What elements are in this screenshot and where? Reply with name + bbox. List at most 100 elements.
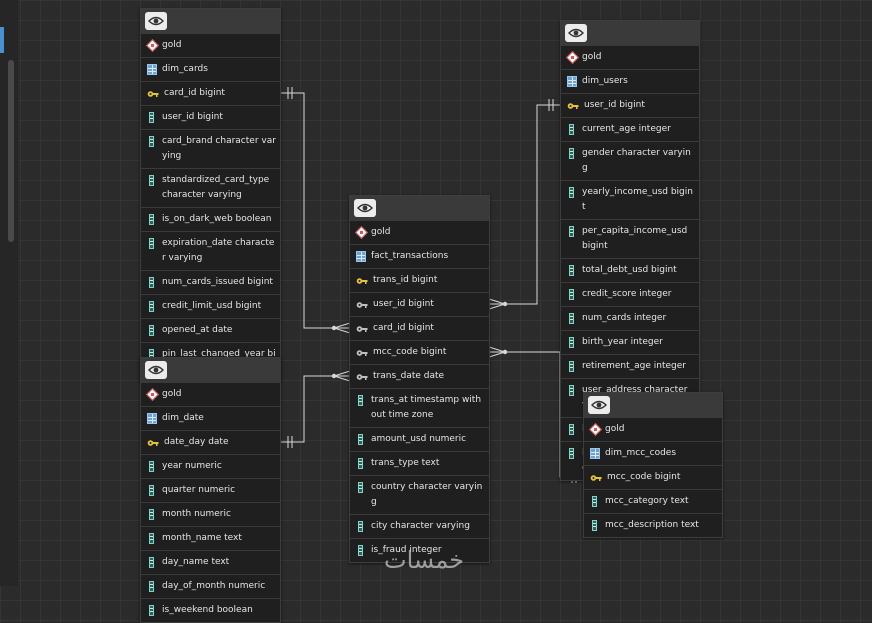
vertical-scrollbar[interactable] xyxy=(8,60,14,242)
column-row[interactable]: is_on_dark_web boolean xyxy=(141,207,280,231)
column-icon xyxy=(567,265,577,276)
column-row[interactable]: retirement_age integer xyxy=(561,354,699,378)
column-row[interactable]: card_brand character varying xyxy=(141,129,280,168)
schema-icon xyxy=(567,52,577,63)
column-row[interactable]: quarter numeric xyxy=(141,478,280,502)
row-label: user_id bigint xyxy=(162,112,223,122)
column-row[interactable]: per_capita_income_usd bigint xyxy=(561,219,699,258)
column-row[interactable]: mcc_description text xyxy=(584,513,722,537)
column-row[interactable]: trans_id bigint xyxy=(350,268,489,292)
table-name-row[interactable]: dim_cards xyxy=(141,57,280,81)
column-icon xyxy=(356,458,366,469)
column-icon xyxy=(356,482,366,493)
row-label: mcc_description text xyxy=(605,520,699,530)
eye-icon[interactable] xyxy=(145,361,167,379)
row-label: mcc_category text xyxy=(605,496,689,506)
row-label: mcc_code bigint xyxy=(373,347,447,357)
row-label: total_debt_usd bigint xyxy=(582,265,677,275)
column-row[interactable]: trans_at timestamp without time zone xyxy=(350,388,489,427)
row-label: amount_usd numeric xyxy=(371,434,467,444)
schema-row[interactable]: gold xyxy=(141,382,280,406)
table-name-row[interactable]: dim_date xyxy=(141,406,280,430)
column-row[interactable]: amount_usd numeric xyxy=(350,427,489,451)
column-icon xyxy=(590,520,600,531)
row-label: day_name text xyxy=(162,557,230,567)
row-label: trans_at timestamp without time zone xyxy=(371,395,482,420)
table-icon xyxy=(356,251,366,262)
column-row[interactable]: day_name text xyxy=(141,550,280,574)
active-indicator xyxy=(0,27,4,53)
row-label: num_cards integer xyxy=(582,313,667,323)
table-name-row[interactable]: dim_mcc_codes xyxy=(584,441,722,465)
schema-row[interactable]: gold xyxy=(561,45,699,69)
column-row[interactable]: num_cards_issued bigint xyxy=(141,270,280,294)
column-icon xyxy=(567,289,577,300)
eye-icon[interactable] xyxy=(565,24,587,42)
table-fact-transactions[interactable]: gold fact_transactions trans_id bigint user… xyxy=(349,195,490,563)
column-row[interactable]: city character varying xyxy=(350,514,489,538)
column-row[interactable]: user_id bigint xyxy=(350,292,489,316)
row-label: user_id bigint xyxy=(584,100,645,110)
junction-dot xyxy=(502,301,508,307)
column-icon xyxy=(356,545,366,556)
column-icon xyxy=(147,301,157,312)
row-label: gold xyxy=(582,52,602,62)
column-row[interactable]: standardized_card_type character varying xyxy=(141,168,280,207)
column-row[interactable]: yearly_income_usd bigint xyxy=(561,180,699,219)
column-row[interactable]: month numeric xyxy=(141,502,280,526)
column-row[interactable]: mcc_code bigint xyxy=(584,465,722,489)
column-row[interactable]: date_day date xyxy=(141,430,280,454)
column-row[interactable]: num_cards integer xyxy=(561,306,699,330)
column-row[interactable]: birth_year integer xyxy=(561,330,699,354)
row-label: user_id bigint xyxy=(373,299,434,309)
column-icon xyxy=(356,434,366,445)
row-label: is_weekend boolean xyxy=(162,605,253,615)
table-name-row[interactable]: fact_transactions xyxy=(350,244,489,268)
column-row[interactable]: trans_type text xyxy=(350,451,489,475)
column-row[interactable]: month_name text xyxy=(141,526,280,550)
column-icon xyxy=(147,605,157,616)
foreign-key-icon xyxy=(356,347,368,358)
column-row[interactable]: gender character varying xyxy=(561,141,699,180)
eye-icon[interactable] xyxy=(354,199,376,217)
schema-row[interactable]: gold xyxy=(141,33,280,57)
table-dim-mcc-codes[interactable]: gold dim_mcc_codes mcc_code bigint mcc_cate… xyxy=(583,392,723,538)
schema-row[interactable]: gold xyxy=(350,220,489,244)
row-label: card_brand character varying xyxy=(162,136,276,161)
column-row[interactable]: expiration_date character varying xyxy=(141,231,280,270)
row-label: retirement_age integer xyxy=(582,361,686,371)
table-icon xyxy=(147,413,157,424)
column-row[interactable]: card_id bigint xyxy=(350,316,489,340)
schema-icon xyxy=(147,389,157,400)
table-icon xyxy=(147,64,157,75)
relationship-line xyxy=(280,92,350,329)
column-row[interactable]: user_id bigint xyxy=(141,105,280,129)
column-row[interactable]: credit_limit_usd bigint xyxy=(141,294,280,318)
column-row[interactable]: user_id bigint xyxy=(561,93,699,117)
column-row[interactable]: card_id bigint xyxy=(141,81,280,105)
schema-icon xyxy=(147,40,157,51)
eye-icon[interactable] xyxy=(588,396,610,414)
column-row[interactable]: mcc_code bigint xyxy=(350,340,489,364)
schema-row[interactable]: gold xyxy=(584,417,722,441)
column-icon xyxy=(147,325,157,336)
table-dim-date[interactable]: gold dim_date date_day date year numeric qua… xyxy=(140,357,281,623)
column-row[interactable]: day_of_month numeric xyxy=(141,574,280,598)
column-row[interactable]: credit_score integer xyxy=(561,282,699,306)
column-row[interactable]: is_weekend boolean xyxy=(141,598,280,622)
column-row[interactable]: opened_at date xyxy=(141,318,280,342)
table-dim-cards[interactable]: gold dim_cards card_id bigint user_id bigin… xyxy=(140,8,281,382)
table-name-row[interactable]: dim_users xyxy=(561,69,699,93)
column-row[interactable]: country character varying xyxy=(350,475,489,514)
column-row[interactable]: current_age integer xyxy=(561,117,699,141)
row-label: mcc_code bigint xyxy=(607,472,681,482)
row-label: credit_limit_usd bigint xyxy=(162,301,262,311)
column-row[interactable]: mcc_category text xyxy=(584,489,722,513)
eye-icon[interactable] xyxy=(145,12,167,30)
column-row[interactable]: trans_date date xyxy=(350,364,489,388)
column-row[interactable]: year numeric xyxy=(141,454,280,478)
table-icon xyxy=(567,76,577,87)
column-row[interactable]: total_debt_usd bigint xyxy=(561,258,699,282)
row-label: quarter numeric xyxy=(162,485,236,495)
column-icon xyxy=(147,214,157,225)
